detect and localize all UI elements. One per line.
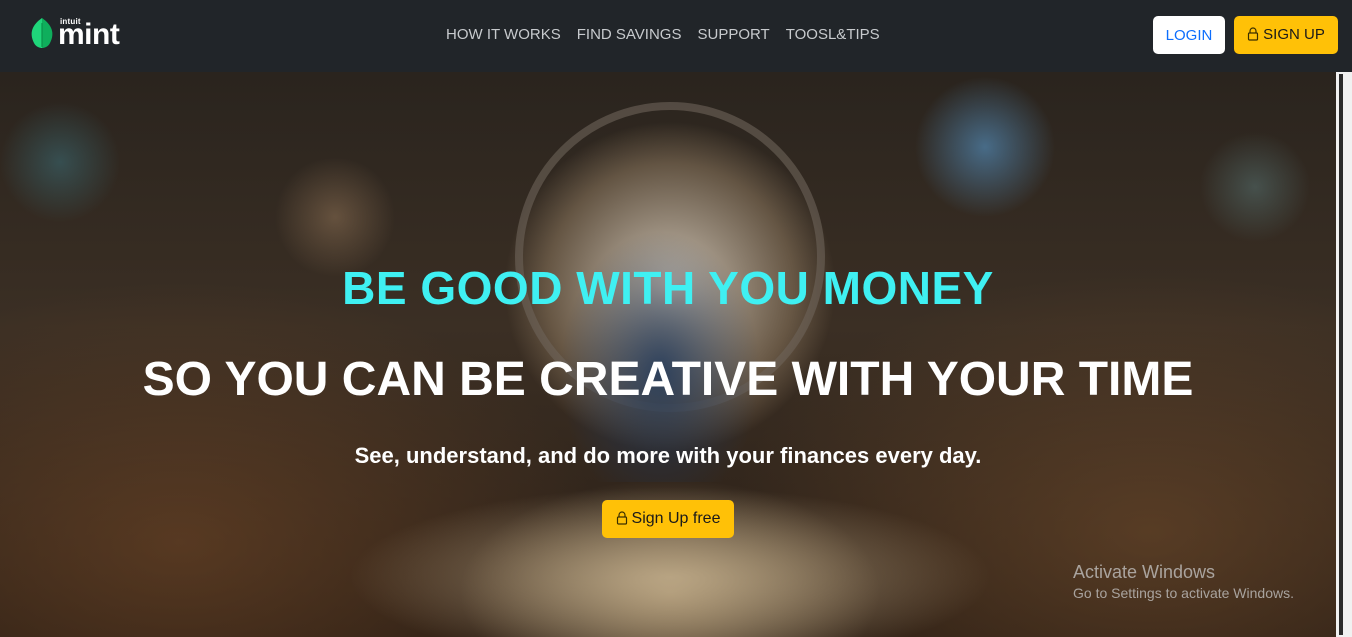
signup-button-label: SIGN UP	[1263, 26, 1325, 43]
nav-link-how-it-works[interactable]: HOW IT WORKS	[438, 24, 569, 48]
page-scrollbar[interactable]	[1336, 72, 1352, 637]
hero-tagline: See, understand, and do more with your f…	[354, 443, 982, 468]
activate-windows-title: Activate Windows	[1073, 562, 1216, 582]
lock-icon	[616, 511, 627, 525]
brand-name: mint	[58, 18, 120, 51]
nav-link-tools-tips[interactable]: TOOSL&TIPS	[778, 24, 888, 48]
hero-subtitle: SO YOU CAN BE CREATIVE WITH YOUR TIME	[142, 353, 1194, 406]
activate-windows-watermark: Activate Windows Go to Settings to activ…	[1073, 561, 1294, 603]
nav-link-find-savings[interactable]: FIND SAVINGS	[569, 24, 690, 48]
scrollbar-thumb[interactable]	[1339, 74, 1343, 635]
mint-leaf-icon	[31, 18, 53, 48]
nav-link-support[interactable]: SUPPORT	[689, 24, 777, 48]
navbar: intuit mint HOW IT WORKS FIND SAVINGS SU…	[0, 0, 1352, 72]
hero-section: BE GOOD WITH YOU MONEY SO YOU CAN BE CRE…	[0, 72, 1336, 637]
signup-free-button[interactable]: Sign Up free	[602, 500, 734, 538]
nav-links: HOW IT WORKS FIND SAVINGS SUPPORT TOOSL&…	[438, 24, 888, 48]
lock-icon	[1248, 27, 1259, 41]
signup-free-label: Sign Up free	[631, 510, 721, 527]
brand-logo[interactable]: intuit mint	[28, 15, 128, 51]
activate-windows-subtitle: Go to Settings to activate Windows.	[1073, 585, 1294, 601]
hero-title: BE GOOD WITH YOU MONEY	[342, 262, 994, 314]
signup-button[interactable]: SIGN UP	[1234, 16, 1338, 54]
login-button-label: LOGIN	[1165, 27, 1213, 44]
login-button[interactable]: LOGIN	[1153, 16, 1225, 54]
